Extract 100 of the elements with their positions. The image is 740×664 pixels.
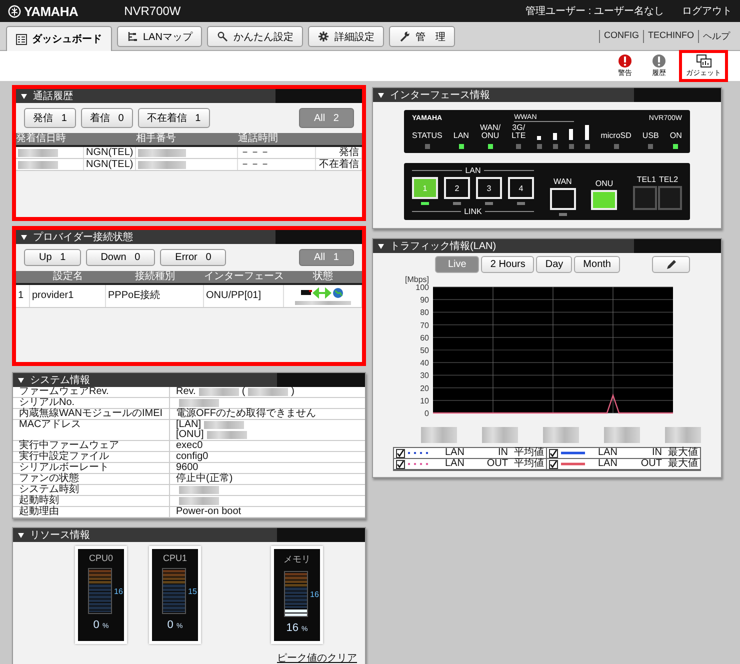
info-value: 電源OFFのため取得できません <box>176 409 316 419</box>
nav-tab[interactable]: LANマップ <box>117 26 202 47</box>
table-cell: －－－ <box>238 159 316 170</box>
redacted-block <box>138 160 186 168</box>
filter-button[interactable]: Up 1 <box>24 249 81 266</box>
collapse-triangle-icon[interactable] <box>21 234 27 240</box>
tel-port <box>658 186 682 210</box>
legend-label: OUT <box>640 459 662 469</box>
checkbox[interactable] <box>396 460 405 468</box>
y-tick-label: 60 <box>420 333 429 342</box>
filter-button[interactable]: 発信 1 <box>24 108 76 128</box>
redacted-block <box>294 301 350 305</box>
range-tab[interactable]: Month <box>574 256 620 273</box>
legend-label: 平均値 <box>514 459 544 469</box>
panel-title: トラフィック情報(LAN) <box>390 240 496 253</box>
led-label: STATUS <box>412 132 442 140</box>
edit-button[interactable] <box>652 256 690 273</box>
table-cell: provider1 <box>30 285 106 307</box>
logout-link[interactable]: ログアウト <box>682 4 732 18</box>
table-cell: 発信 <box>316 147 362 158</box>
panel-title: インターフェース情報 <box>390 88 490 102</box>
gauge-label: メモリ <box>284 553 310 566</box>
led-label: ON <box>670 132 682 140</box>
y-tick-label: 50 <box>420 346 429 355</box>
column-header: 通話時間 <box>238 133 279 145</box>
legend-label: IN <box>498 448 508 458</box>
redacted-block <box>138 148 186 156</box>
redacted-block <box>204 421 244 429</box>
grid-icon <box>16 34 27 44</box>
info-value: ( <box>242 387 246 397</box>
header-link[interactable]: ヘルプ <box>698 30 734 42</box>
checkbox[interactable] <box>549 460 558 468</box>
signal-bar-icon <box>553 133 558 140</box>
clear-peak-link[interactable]: ピーク値のクリア <box>277 651 357 664</box>
warning-icon <box>618 54 632 68</box>
info-value: exec0 <box>176 441 203 451</box>
legend-label: LAN <box>445 448 464 458</box>
signal-bar-icon <box>585 125 590 140</box>
info-label: システム時刻 <box>13 485 170 495</box>
table-cell: －－－ <box>238 147 316 158</box>
header-link[interactable]: CONFIG <box>599 30 643 42</box>
legend-label: 平均値 <box>514 448 544 458</box>
panel-title: リソース情報 <box>30 528 90 542</box>
redacted-block <box>604 427 640 443</box>
info-label: 内蔵無線WANモジュールのIMEI <box>13 409 170 419</box>
windows-icon <box>696 54 712 68</box>
nav-tab[interactable]: ダッシュボード <box>6 26 112 51</box>
nav-tab[interactable]: 管 理 <box>389 26 456 47</box>
info-label: 実行中設定ファイル <box>13 452 170 462</box>
nav-tab[interactable]: かんたん設定 <box>207 26 304 47</box>
redacted-block <box>543 427 579 443</box>
port-label: WAN <box>553 177 572 186</box>
checkbox[interactable] <box>396 448 405 458</box>
redacted-block <box>18 148 58 156</box>
port-group-label: LINK <box>464 207 482 216</box>
collapse-triangle-icon[interactable] <box>18 532 24 538</box>
range-tab[interactable]: 2 Hours <box>481 256 534 273</box>
redacted-block <box>206 431 247 439</box>
nav-tab[interactable]: 詳細設定 <box>308 26 384 47</box>
tree-icon <box>127 31 138 42</box>
info-label: 実行中ファームウェア <box>13 441 170 451</box>
connection-status-drawing <box>300 287 346 299</box>
tel-port <box>632 186 657 210</box>
header-link[interactable]: TECHINFO <box>643 30 698 42</box>
range-tab[interactable]: Day <box>536 256 572 273</box>
peak-value: 16 <box>310 590 320 598</box>
info-label: 起動時刻 <box>13 496 170 506</box>
checkbox[interactable] <box>549 448 558 458</box>
signal-bar-icon <box>537 136 542 140</box>
redacted-block <box>421 427 457 443</box>
table-cell: PPPoE接続 <box>106 285 204 307</box>
port-label: TEL2 <box>658 175 678 184</box>
info-value: ) <box>291 387 295 397</box>
lan-port: 1 <box>412 177 438 199</box>
redacted-block <box>665 427 701 443</box>
column-header: 接続種別 <box>134 271 176 283</box>
info-circle-icon <box>652 54 666 68</box>
peak-value: 15 <box>188 586 198 596</box>
y-tick-label: 40 <box>420 358 429 368</box>
collapse-triangle-icon[interactable] <box>21 94 27 98</box>
legend-label: IN <box>652 448 662 458</box>
model-name: NVR700W <box>124 4 181 18</box>
collapse-triangle-icon[interactable] <box>378 92 384 98</box>
filter-button[interactable]: 不在着信 1 <box>138 108 210 128</box>
filter-button[interactable]: Down 0 <box>86 249 156 266</box>
lan-port: 2 <box>444 177 470 199</box>
legend-label: 最大値 <box>668 448 698 458</box>
info-label: シリアルボーレート <box>13 463 170 473</box>
gauge-label: CPU0 <box>88 553 113 563</box>
redacted-block <box>179 497 219 505</box>
collapse-triangle-icon[interactable] <box>378 244 384 248</box>
led-label: 3G/ LTE <box>512 124 526 140</box>
panel-title: プロバイダー接続状態 <box>33 230 133 244</box>
column-header: 発着信日時 <box>16 133 67 145</box>
pencil-icon <box>664 258 677 270</box>
filter-button[interactable]: 着信 0 <box>80 108 133 128</box>
axis-unit-label: [Mbps] <box>405 275 430 284</box>
y-tick-label: 0 <box>424 409 429 418</box>
legend-label: LAN <box>598 459 618 469</box>
filter-button[interactable]: Error 0 <box>160 249 226 266</box>
